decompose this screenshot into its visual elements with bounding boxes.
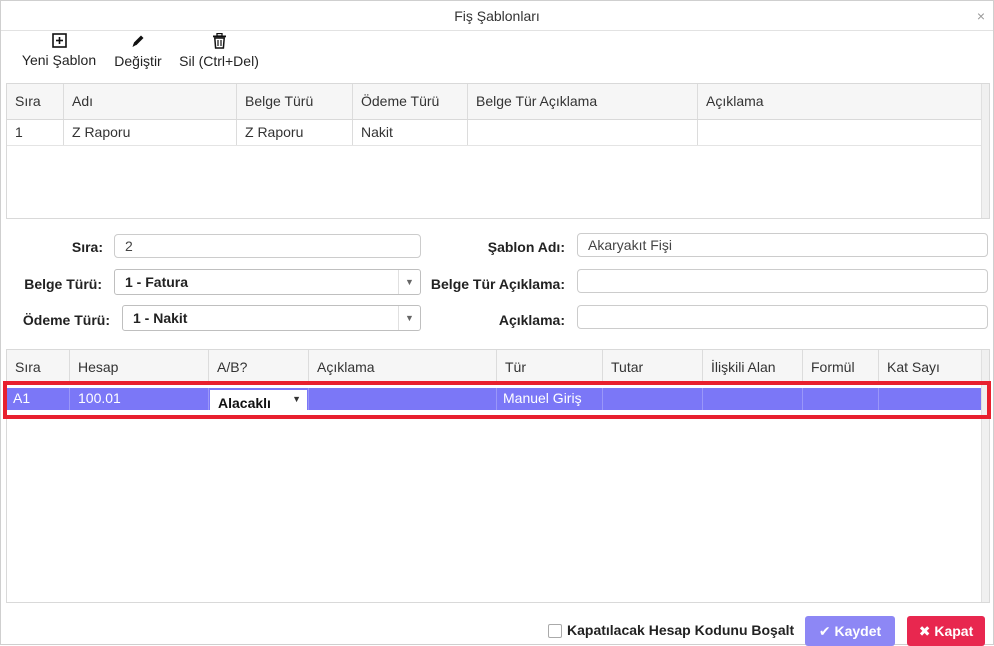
templates-grid-header: Sıra Adı Belge Türü Ödeme Türü Belge Tür… <box>7 84 989 120</box>
column-header-tutar[interactable]: Tutar <box>603 350 703 383</box>
odeme-turu-select[interactable]: 1 - Nakit ▼ <box>122 305 421 331</box>
sira-input[interactable]: 2 <box>114 234 421 258</box>
fis-sablonlari-dialog: Fiş Şablonları × Yeni Şablon Değiştir Si… <box>0 0 994 646</box>
cell-odeme-turu: Nakit <box>353 120 468 145</box>
new-template-button[interactable]: Yeni Şablon <box>21 33 97 68</box>
cell-aciklama <box>698 120 982 145</box>
edit-button[interactable]: Değiştir <box>112 33 164 69</box>
aciklama-input[interactable] <box>577 305 988 329</box>
cell-adi: Z Raporu <box>64 120 237 145</box>
trash-icon <box>212 33 226 49</box>
column-header-kat-sayi[interactable]: Kat Sayı <box>879 350 982 383</box>
chevron-down-icon: ▼ <box>398 270 420 294</box>
check-icon: ✔ <box>818 623 831 639</box>
belge-tur-aciklama-label: Belge Tür Açıklama: <box>430 276 565 292</box>
sablon-adi-label: Şablon Adı: <box>487 239 565 255</box>
close-button[interactable]: ✖ Kapat <box>907 616 985 646</box>
column-header-aciklama[interactable]: Açıklama <box>698 84 982 119</box>
times-icon: ✖ <box>918 623 931 639</box>
bosalt-checkbox[interactable] <box>548 624 562 638</box>
cell-sira: 1 <box>7 120 64 145</box>
column-header-tur[interactable]: Tür <box>497 350 603 383</box>
belge-turu-value: 1 - Fatura <box>125 274 189 290</box>
table-row[interactable]: 1 Z Raporu Z Raporu Nakit <box>7 120 989 146</box>
sira-label: Sıra: <box>71 239 103 255</box>
save-button[interactable]: ✔ Kaydet <box>805 616 895 646</box>
aciklama-label: Açıklama: <box>498 312 565 328</box>
column-header-belge-turu[interactable]: Belge Türü <box>237 84 353 119</box>
save-label: Kaydet <box>834 623 882 639</box>
close-label: Kapat <box>934 623 974 639</box>
column-header-sira[interactable]: Sıra <box>7 84 64 119</box>
column-header-belge-tur-aciklama[interactable]: Belge Tür Açıklama <box>468 84 698 119</box>
delete-button[interactable]: Sil (Ctrl+Del) <box>178 33 260 69</box>
belge-tur-aciklama-input[interactable] <box>577 269 988 293</box>
chevron-down-icon: ▼ <box>398 306 420 330</box>
column-header-sira[interactable]: Sıra <box>7 350 70 383</box>
templates-grid-scrollbar[interactable] <box>981 84 989 218</box>
column-header-aciklama[interactable]: Açıklama <box>309 350 497 383</box>
odeme-turu-label: Ödeme Türü: <box>22 312 110 328</box>
delete-label: Sil (Ctrl+Del) <box>179 53 259 69</box>
belge-turu-label: Belge Türü: <box>24 276 102 292</box>
cell-belge-tur-aciklama <box>468 120 698 145</box>
highlight-outline <box>3 381 991 419</box>
lines-grid-header: Sıra Hesap A/B? Açıklama Tür Tutar İlişk… <box>7 350 989 384</box>
title-bar: Fiş Şablonları × <box>1 1 993 31</box>
column-header-formul[interactable]: Formül <box>803 350 879 383</box>
window-title: Fiş Şablonları <box>454 8 540 24</box>
plus-square-icon <box>51 33 67 48</box>
sablon-adi-input[interactable]: Akaryakıt Fişi <box>577 233 988 257</box>
templates-grid: Sıra Adı Belge Türü Ödeme Türü Belge Tür… <box>6 83 990 219</box>
column-header-ab[interactable]: A/B? <box>209 350 309 383</box>
pencil-icon <box>132 35 144 47</box>
odeme-turu-value: 1 - Nakit <box>133 310 188 326</box>
bosalt-checkbox-label[interactable]: Kapatılacak Hesap Kodunu Boşalt <box>567 622 794 638</box>
belge-turu-select[interactable]: 1 - Fatura ▼ <box>114 269 421 295</box>
column-header-hesap[interactable]: Hesap <box>70 350 209 383</box>
new-template-label: Yeni Şablon <box>21 52 97 68</box>
column-header-odeme-turu[interactable]: Ödeme Türü <box>353 84 468 119</box>
close-icon[interactable]: × <box>977 1 985 31</box>
column-header-iliskili-alan[interactable]: İlişkili Alan <box>703 350 803 383</box>
edit-label: Değiştir <box>114 53 162 69</box>
column-header-adi[interactable]: Adı <box>64 84 237 119</box>
cell-belge-turu: Z Raporu <box>237 120 353 145</box>
